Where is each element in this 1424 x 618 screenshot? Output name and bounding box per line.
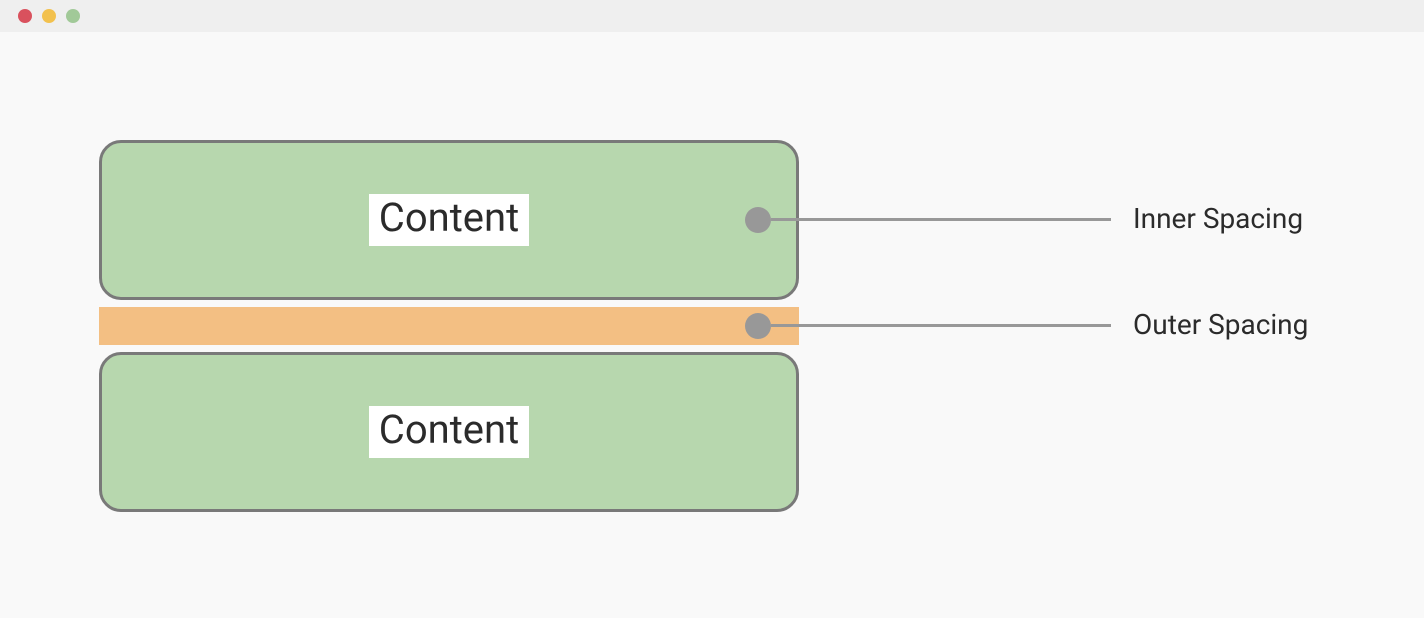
annotation-leader-outer <box>771 324 1111 327</box>
maximize-window-button[interactable] <box>66 9 80 23</box>
annotation-marker-inner <box>745 207 771 233</box>
annotation-label-inner: Inner Spacing <box>1133 202 1303 235</box>
margin-gap-bar <box>99 307 799 345</box>
window-titlebar <box>0 0 1424 32</box>
close-window-button[interactable] <box>18 9 32 23</box>
element-box-bottom: Content <box>99 352 799 512</box>
minimize-window-button[interactable] <box>42 9 56 23</box>
annotation-label-outer: Outer Spacing <box>1133 308 1308 341</box>
annotation-marker-outer <box>745 313 771 339</box>
annotation-leader-inner <box>771 218 1111 221</box>
diagram-canvas: Content Content Inner Spacing Outer Spac… <box>0 32 1424 618</box>
element-box-top: Content <box>99 140 799 300</box>
content-label-top: Content <box>369 194 529 246</box>
content-label-bottom: Content <box>369 406 529 458</box>
